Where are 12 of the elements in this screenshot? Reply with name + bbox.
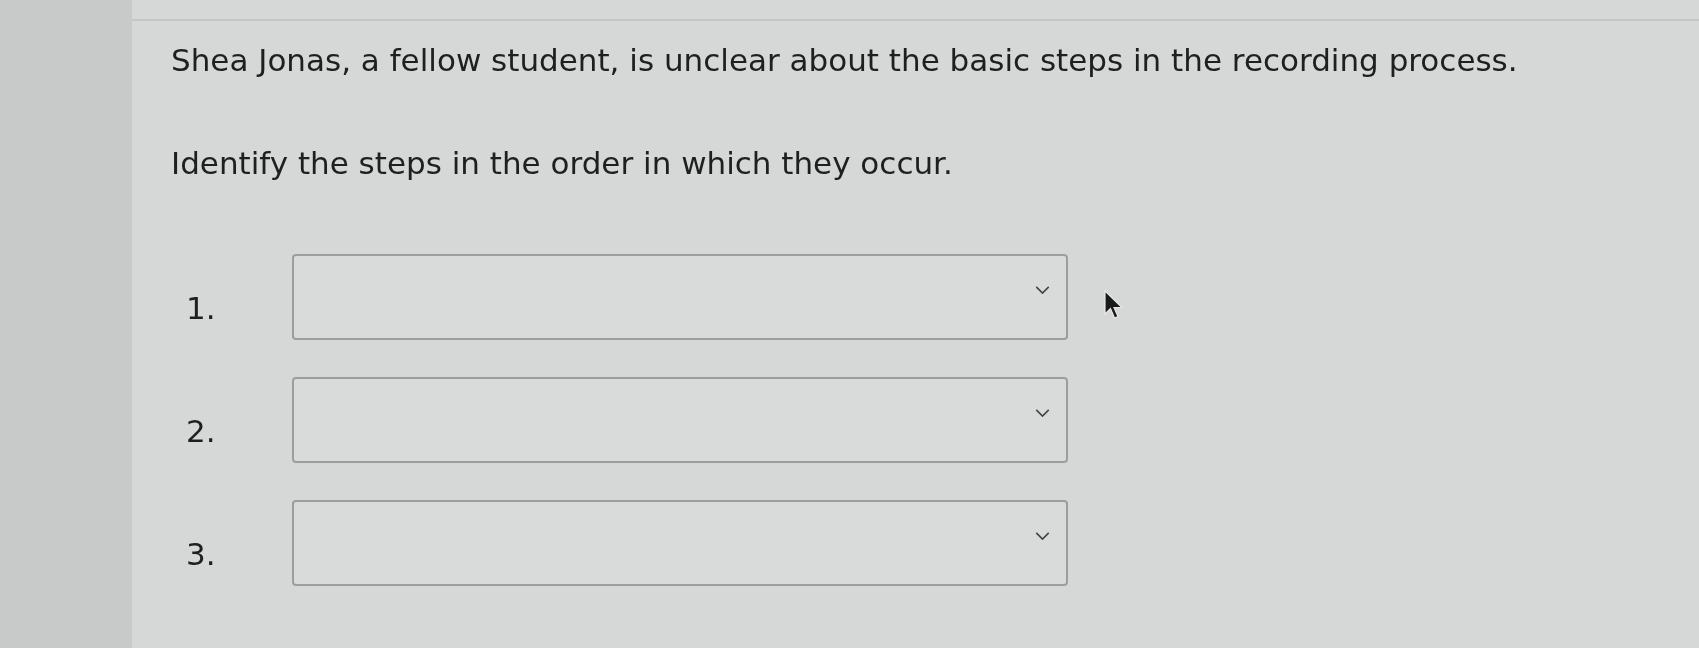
instruction-text: Identify the steps in the order in which they occur. <box>171 144 954 183</box>
step-dropdown[interactable] <box>292 377 1068 463</box>
step-dropdown[interactable] <box>292 254 1068 340</box>
cursor-icon <box>1104 290 1124 320</box>
step-dropdown[interactable] <box>292 500 1068 586</box>
step-number: 1. <box>185 289 217 328</box>
question-text: Shea Jonas, a fellow student, is unclear about the basic steps in the recording process. <box>171 41 1519 80</box>
chevron-down-icon <box>1035 286 1050 294</box>
step-number: 2. <box>185 412 217 451</box>
chevron-down-icon <box>1035 409 1050 417</box>
chevron-down-icon <box>1035 532 1050 540</box>
step-number: 3. <box>185 535 217 574</box>
